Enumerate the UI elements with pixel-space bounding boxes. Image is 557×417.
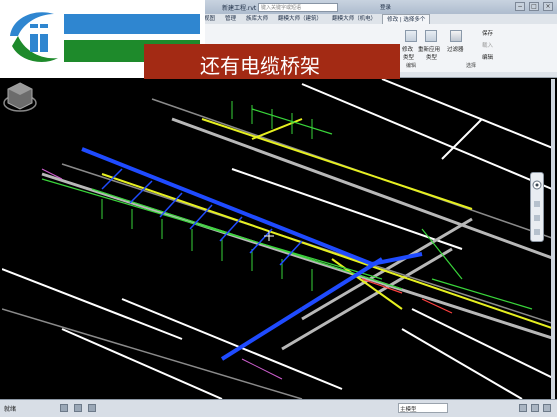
tab-model-architecture[interactable]: 翻模大师（建筑）	[274, 14, 326, 24]
load-selection-button[interactable]: 载入	[482, 41, 493, 49]
reapply-type-icon[interactable]	[425, 30, 437, 42]
save-selection-button[interactable]: 保存	[482, 29, 493, 37]
mep-model-drawing	[2, 79, 555, 399]
reapply-type-label: 重新应用	[418, 47, 441, 53]
design-options-icon[interactable]	[74, 404, 82, 412]
edit-selection-button[interactable]: 编辑	[482, 53, 493, 61]
ribbon-tabs: 视图 管理 族库大师 翻模大师（建筑） 翻模大师（机电） 修改 | 选择多个	[200, 14, 431, 24]
close-button[interactable]: ×	[543, 2, 553, 11]
select-pinned-icon[interactable]	[531, 404, 539, 412]
status-right-icons	[519, 404, 551, 412]
reapply-type-sub: 类型	[426, 55, 438, 61]
minimize-button[interactable]: −	[515, 2, 525, 11]
status-icons	[60, 404, 96, 412]
tab-modify-select[interactable]: 修改 | 选择多个	[382, 14, 431, 24]
navbar-icon[interactable]	[530, 172, 544, 242]
modify-type-label: 修改	[402, 47, 414, 53]
search-input[interactable]: 键入关键字或短语	[258, 3, 338, 12]
modify-type-sub: 类型	[403, 55, 415, 61]
filter-status-icon[interactable]	[543, 404, 551, 412]
window-controls: − □ ×	[515, 2, 553, 11]
viewcube-icon[interactable]	[2, 79, 38, 115]
selection-link-icon[interactable]	[88, 404, 96, 412]
tab-model-mep[interactable]: 翻模大师（机电）	[328, 14, 380, 24]
filter-label: 过滤器	[447, 47, 464, 53]
filter-icon[interactable]	[450, 30, 462, 42]
3d-viewport[interactable]	[2, 79, 555, 399]
panel-edit-label: 编辑	[406, 63, 417, 69]
active-model-label: 主模型	[400, 407, 417, 413]
status-bar: 就绪 主模型	[0, 399, 557, 417]
panel-select-label: 选择	[466, 63, 477, 69]
logo-bar-blue	[64, 14, 200, 34]
login-link[interactable]: 登录	[380, 3, 391, 11]
worksharing-icon[interactable]	[60, 404, 68, 412]
status-text: 就绪	[4, 406, 17, 413]
revit-window: 新建工程.rvt 键入关键字或短语 登录 − □ × 视图 管理 族库大师 翻模…	[0, 0, 557, 417]
tab-family-library[interactable]: 族库大师	[242, 14, 272, 24]
window-title: 新建工程.rvt	[222, 5, 257, 12]
select-links-icon[interactable]	[519, 404, 527, 412]
modify-type-icon[interactable]	[405, 30, 417, 42]
vertical-scrollbar[interactable]	[551, 79, 555, 399]
tab-manage[interactable]: 管理	[221, 14, 240, 24]
maximize-button[interactable]: □	[529, 2, 539, 11]
